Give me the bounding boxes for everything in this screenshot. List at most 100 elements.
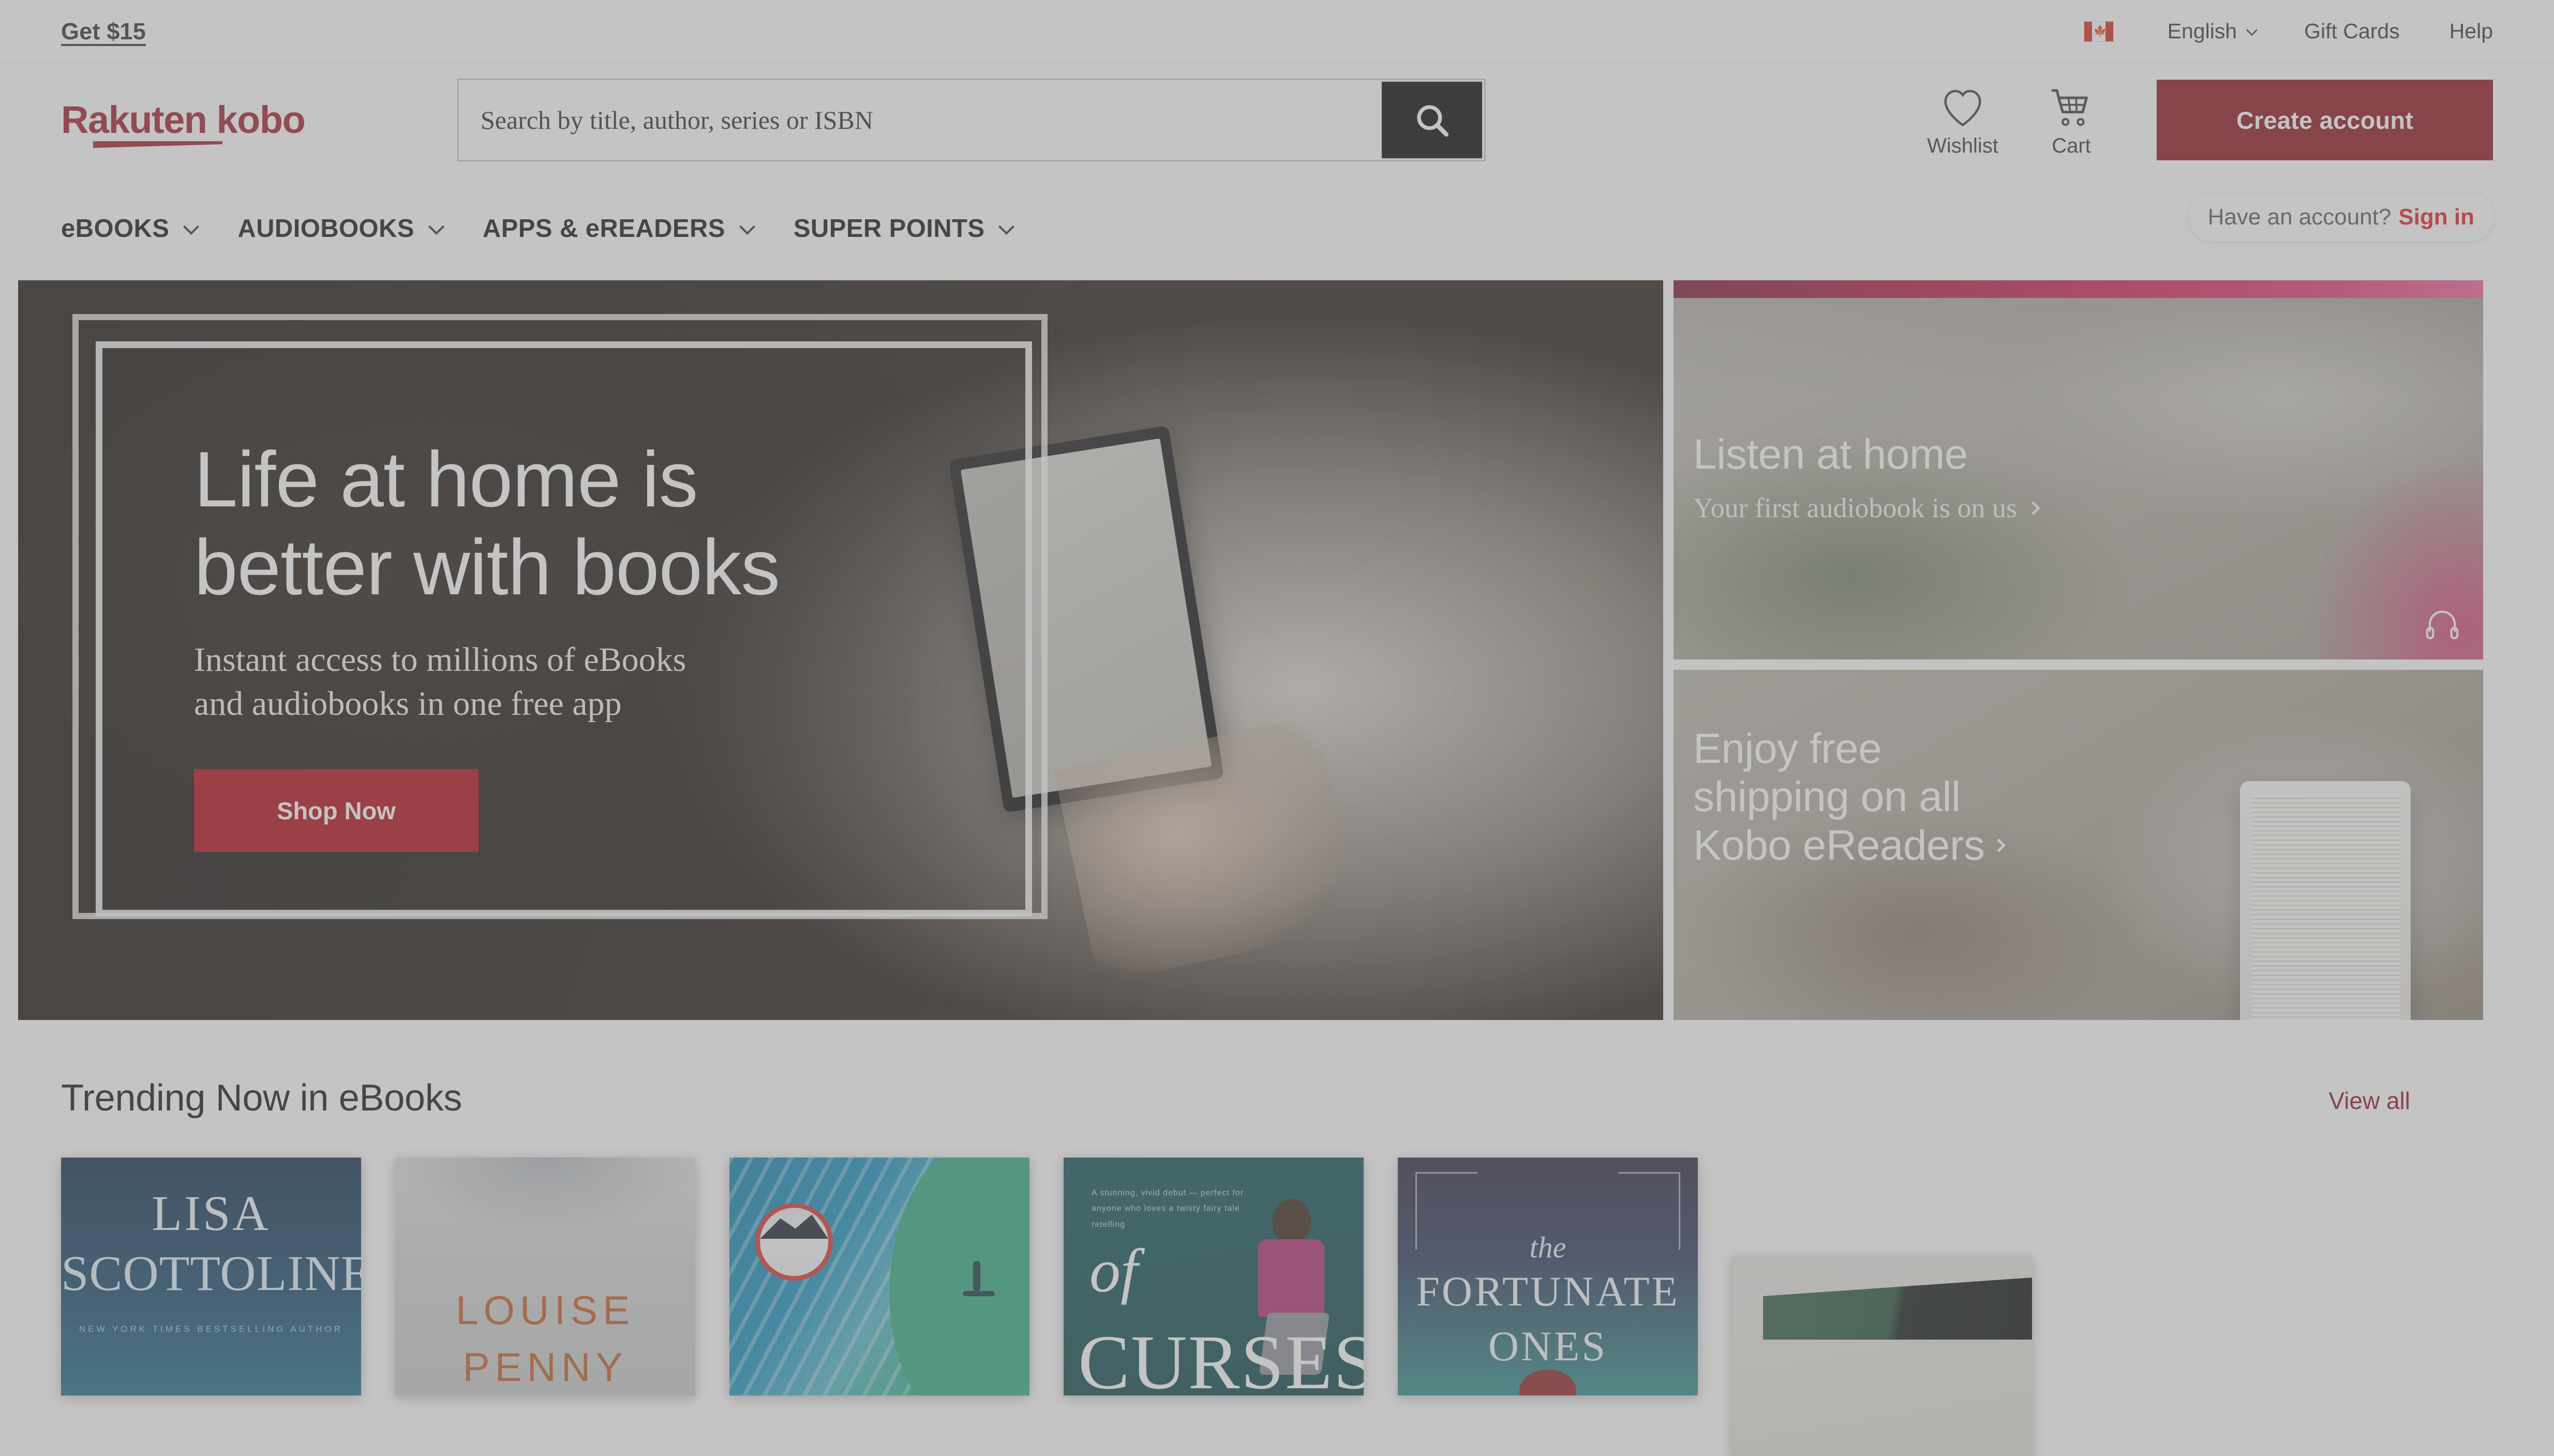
help-link[interactable]: Help — [2450, 19, 2493, 43]
chevron-down-icon — [739, 218, 755, 235]
nav-label: eBOOKS — [61, 214, 170, 243]
hero-subtitle-line-2: and audiobooks in one free app — [194, 684, 622, 723]
tile-headline-line-2: shipping on all — [1693, 773, 1961, 821]
trending-title: Trending Now in eBooks — [61, 1077, 462, 1119]
book-cover: LISA SCOTTOLINE NEW YORK TIMES BESTSELLI… — [61, 1158, 361, 1395]
nav-item-apps-ereaders[interactable]: APPS & eREADERS — [482, 214, 755, 243]
header-actions: Wishlist Cart Create account — [1908, 80, 2493, 160]
tile-headline-line-3: Kobo eReaders — [1693, 821, 1985, 869]
trending-header: Trending Now in eBooks View all — [61, 1077, 2493, 1119]
utility-bar-right: 🍁 English Gift Cards Help — [2083, 19, 2493, 43]
cover-author-last: PENNY — [462, 1344, 628, 1390]
language-selector[interactable]: English — [2167, 19, 2258, 43]
cover-author-first: LOUISE — [455, 1287, 635, 1333]
logo-swoosh-icon — [93, 141, 222, 148]
nav-item-super-points[interactable]: SUPER POINTS — [793, 214, 1015, 243]
tile-headline-line-3-row: Kobo eReaders — [1693, 821, 2006, 869]
cover-author-last: SCOTTOLINE — [61, 1245, 361, 1301]
maple-leaf-glyph: 🍁 — [2093, 25, 2107, 37]
cover-title-main: CURSES — [1078, 1319, 1364, 1395]
book-cover: A stunning, vivid debut — perfect for an… — [1064, 1158, 1364, 1395]
search-icon — [1417, 105, 1449, 137]
book-card[interactable] — [729, 1158, 1029, 1395]
promo-tiles: Listen at home Your first audiobook is o… — [1674, 280, 2483, 1020]
hero-content: Life at home is better with books Instan… — [194, 436, 1011, 852]
shop-now-button[interactable]: Shop Now — [194, 769, 479, 852]
chevron-down-icon — [998, 218, 1015, 235]
nav-label: SUPER POINTS — [793, 214, 985, 243]
view-all-link[interactable]: View all — [2328, 1082, 2410, 1115]
trending-book-row: LISA SCOTTOLINE NEW YORK TIMES BESTSELLI… — [61, 1158, 2493, 1456]
hero-headline-line-2: better with books — [194, 523, 780, 612]
tile-headline-line-1: Enjoy free — [1693, 725, 1882, 772]
page-root: Get $15 🍁 English Gift Cards Help Rakute… — [0, 0, 2554, 1456]
tile-headline: Listen at home — [1693, 431, 1968, 478]
primary-nav: eBOOKS AUDIOBOOKS APPS & eREADERS SUPER … — [0, 177, 2554, 280]
sign-in-link[interactable]: Sign in — [2398, 204, 2474, 230]
figure-head — [1273, 1199, 1311, 1243]
language-label: English — [2167, 19, 2237, 43]
hero-headline: Life at home is better with books — [194, 436, 960, 611]
get-15-promo-link[interactable]: Get $15 — [61, 18, 146, 45]
tile-headline: Enjoy free shipping on all Kobo eReaders — [1693, 725, 2006, 869]
chevron-down-icon — [428, 218, 445, 235]
hero-headline-line-1: Life at home is — [194, 436, 698, 523]
cover-accent-art — [1519, 1370, 1576, 1395]
cover-award-badge — [755, 1203, 833, 1281]
chevron-right-icon — [1992, 838, 2006, 853]
cover-author-first: LISA — [152, 1185, 271, 1241]
figure-body — [1258, 1239, 1324, 1317]
chevron-down-icon — [183, 218, 200, 235]
book-cover — [729, 1158, 1029, 1395]
kobo-ereader-image — [2240, 781, 2411, 1020]
hero-banner[interactable]: Life at home is better with books Instan… — [18, 280, 1663, 1020]
book-card[interactable]: LISA SCOTTOLINE NEW YORK TIMES BESTSELLI… — [61, 1158, 361, 1395]
cover-title-line-2: ONES — [1488, 1323, 1608, 1370]
heart-icon — [1908, 83, 2017, 132]
book-card[interactable]: the FORTUNATE ONES — [1398, 1158, 1698, 1395]
cover-mist-art — [395, 1158, 695, 1287]
tile-text-block: Enjoy free shipping on all Kobo eReaders — [1693, 725, 2006, 869]
cover-title-line-1: FORTUNATE — [1416, 1268, 1680, 1315]
cover-title-the: the — [1529, 1230, 1566, 1264]
nav-item-ebooks[interactable]: eBOOKS — [61, 214, 200, 243]
wishlist-label: Wishlist — [1927, 134, 1998, 157]
nav-item-audiobooks[interactable]: AUDIOBOOKS — [237, 214, 445, 243]
book-card[interactable]: LOUISE PENNY — [395, 1158, 695, 1395]
cover-tagline: NEW YORK TIMES BESTSELLING AUTHOR — [79, 1324, 343, 1334]
search-input[interactable] — [459, 80, 1382, 160]
headphones-icon — [2425, 608, 2459, 643]
tile-text-block: Listen at home Your first audiobook is o… — [1693, 430, 2040, 524]
chevron-right-icon — [2026, 501, 2040, 515]
wishlist-link[interactable]: Wishlist — [1908, 83, 2017, 158]
canada-flag-icon[interactable]: 🍁 — [2083, 21, 2114, 42]
book-cover: the FORTUNATE ONES — [1398, 1158, 1698, 1395]
promo-tile-free-shipping[interactable]: Enjoy free shipping on all Kobo eReaders — [1674, 670, 2483, 1020]
logo-text: Rakuten kobo — [61, 98, 306, 141]
cover-title-script: of — [1089, 1236, 1138, 1305]
search-button[interactable] — [1382, 82, 1482, 158]
search-bar — [457, 79, 1486, 161]
utility-bar: Get $15 🍁 English Gift Cards Help — [0, 0, 2554, 63]
create-account-button[interactable]: Create account — [2157, 80, 2493, 160]
cover-band-art — [1763, 1278, 2032, 1340]
gift-cards-link[interactable]: Gift Cards — [2304, 19, 2400, 43]
hero-subtitle: Instant access to millions of eBooks and… — [194, 638, 980, 726]
trending-section: Trending Now in eBooks View all LISA SCO… — [0, 1020, 2554, 1456]
tile-gradient-band — [1674, 280, 2483, 298]
cart-link[interactable]: Cart — [2017, 83, 2126, 158]
book-card[interactable]: A stunning, vivid debut — perfect for an… — [1064, 1158, 1364, 1395]
nav-label: APPS & eREADERS — [482, 214, 725, 243]
main-header: Rakuten kobo Wishlist — [0, 63, 2554, 241]
promo-tile-listen-at-home[interactable]: Listen at home Your first audiobook is o… — [1674, 280, 2483, 659]
book-cover — [1732, 1256, 2032, 1456]
cart-label: Cart — [2052, 134, 2091, 157]
chevron-down-icon — [2246, 24, 2258, 36]
sign-in-prompt-text: Have an account? — [2207, 204, 2392, 230]
hero-zone: Life at home is better with books Instan… — [0, 280, 2554, 1020]
rakuten-kobo-logo[interactable]: Rakuten kobo — [61, 98, 418, 148]
shopping-cart-icon — [2017, 83, 2126, 132]
nav-label: AUDIOBOOKS — [237, 214, 414, 243]
book-card[interactable] — [1732, 1158, 2032, 1456]
cover-figure-art — [963, 1261, 995, 1296]
